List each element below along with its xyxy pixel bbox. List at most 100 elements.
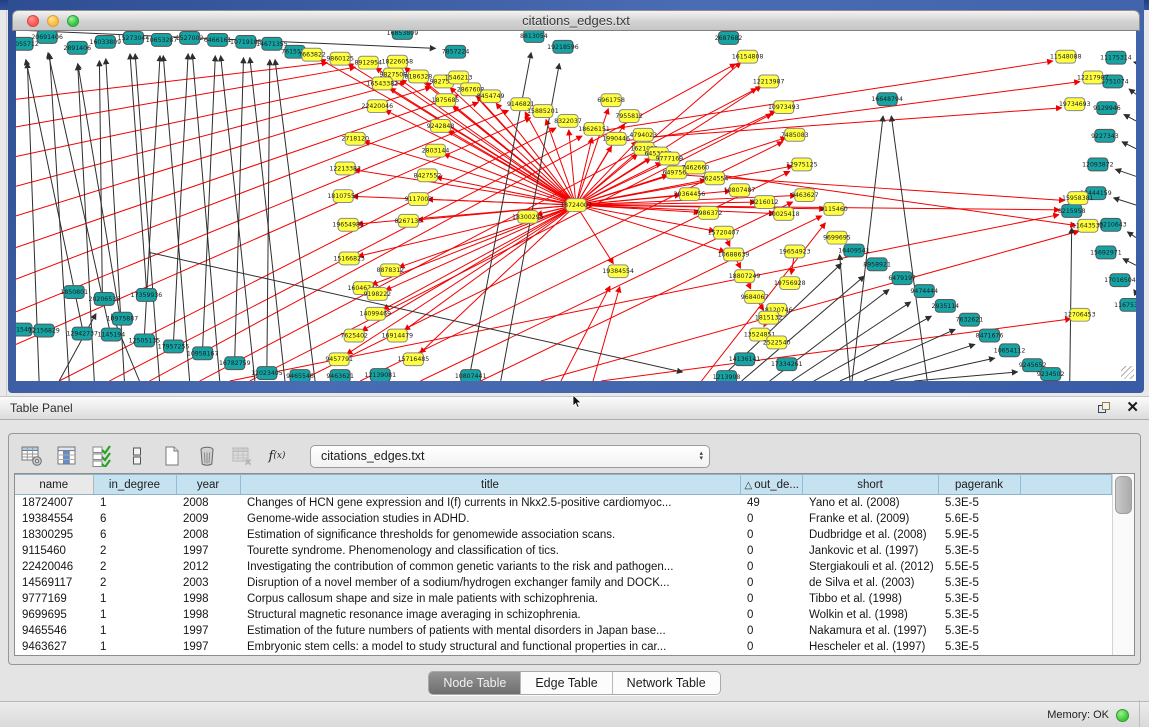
table-cell[interactable] (1020, 607, 1112, 623)
table-cell[interactable] (1020, 559, 1112, 575)
table-cell[interactable]: 0 (740, 511, 802, 527)
table-cell[interactable]: 1 (93, 639, 176, 655)
graph-node[interactable]: 19756928 (774, 277, 806, 290)
table-cell[interactable]: 0 (740, 559, 802, 575)
table-cell[interactable]: Wolkin et al. (1998) (802, 607, 938, 623)
table-cell[interactable]: Disruption of a novel member of a sodium… (240, 575, 740, 591)
table-cell[interactable]: 0 (740, 527, 802, 543)
column-header-title[interactable]: title (240, 475, 740, 495)
graph-node[interactable]: 10973493 (768, 101, 800, 114)
table-cell[interactable]: Estimation of significance thresholds fo… (240, 527, 740, 543)
graph-node[interactable]: 20364456 (674, 188, 706, 201)
table-cell[interactable]: 5.3E-5 (938, 543, 1020, 559)
new-column-icon[interactable] (160, 444, 184, 468)
graph-node[interactable]: 10653287 (146, 33, 178, 46)
column-header-name[interactable]: name (15, 475, 93, 495)
table-row[interactable]: 1872400712008Changes of HCN gene express… (15, 495, 1112, 511)
table-row[interactable]: 977716911998Corpus callosum shape and si… (15, 591, 1112, 607)
table-cell[interactable]: 5.9E-5 (938, 527, 1020, 543)
table-cell[interactable]: 1 (93, 623, 176, 639)
tab-edge-table[interactable]: Edge Table (521, 672, 612, 694)
tab-node-table[interactable]: Node Table (429, 672, 521, 694)
column-header-in-degree[interactable]: in_degree (93, 475, 176, 495)
graph-node[interactable]: 7663822 (298, 48, 326, 61)
table-row[interactable]: 946362711997Embryonic stem cells: a mode… (15, 639, 1112, 655)
table-cell[interactable]: 5.3E-5 (938, 495, 1020, 511)
graph-node[interactable]: 10688639 (718, 248, 750, 261)
graph-node[interactable]: 9198222 (363, 288, 391, 301)
graph-node[interactable]: 11675315 (1114, 298, 1136, 311)
table-cell[interactable]: 1997 (176, 543, 240, 559)
table-cell[interactable]: 18724007 (15, 495, 93, 511)
table-scrollbar[interactable] (1112, 474, 1134, 655)
window-resize-grip-icon[interactable] (1121, 366, 1134, 379)
graph-node[interactable]: 9242848 (427, 119, 455, 132)
column-chooser-icon[interactable] (125, 444, 149, 468)
table-cell[interactable]: 9777169 (15, 591, 93, 607)
table-cell[interactable]: 0 (740, 591, 802, 607)
table-row[interactable]: 1938455462009Genome-wide association stu… (15, 511, 1112, 527)
table-cell[interactable]: 2012 (176, 559, 240, 575)
graph-node[interactable]: 15273044 (118, 31, 150, 44)
table-cell[interactable]: 9465546 (15, 623, 93, 639)
graph-node[interactable]: 1990446 (602, 132, 630, 145)
graph-node[interactable]: 16409541 (838, 244, 870, 257)
table-cell[interactable]: 1997 (176, 639, 240, 655)
table-cell[interactable]: 0 (740, 607, 802, 623)
table-cell[interactable]: 9699695 (15, 607, 93, 623)
graph-node[interactable]: 22420046 (362, 100, 394, 113)
graph-node[interactable]: 2687682 (715, 31, 743, 44)
table-cell[interactable]: Embryonic stem cells: a model to study s… (240, 639, 740, 655)
table-cell[interactable]: Dudbridge et al. (2008) (802, 527, 938, 543)
graph-node[interactable]: 6479197 (888, 272, 916, 285)
graph-node[interactable]: 8912954 (354, 56, 382, 69)
table-cell[interactable]: de Silva et al. (2003) (802, 575, 938, 591)
graph-node[interactable]: 19384554 (602, 265, 634, 278)
graph-node[interactable]: 9465546 (286, 370, 314, 381)
graph-node[interactable]: 1850801 (60, 286, 88, 299)
select-columns-icon[interactable] (90, 444, 114, 468)
graph-node[interactable]: 10975887 (107, 312, 139, 325)
table-cell[interactable]: 6 (93, 511, 176, 527)
table-cell[interactable]: 22420046 (15, 559, 93, 575)
table-mode-icon[interactable] (20, 444, 44, 468)
float-panel-icon[interactable] (1098, 402, 1112, 415)
table-cell[interactable]: Changes of HCN gene expression and I(f) … (240, 495, 740, 511)
table-cell[interactable]: 5.6E-5 (938, 511, 1020, 527)
table-cell[interactable] (1020, 591, 1112, 607)
graph-node[interactable]: 12975125 (786, 158, 818, 171)
graph-node[interactable]: 1815132 (755, 311, 783, 324)
table-cell[interactable]: 1 (93, 495, 176, 511)
network-window-titlebar[interactable]: citations_edges.txt (12, 10, 1140, 31)
show-columns-icon[interactable] (55, 444, 79, 468)
column-header-year[interactable]: year (176, 475, 240, 495)
delete-column-icon[interactable] (195, 444, 219, 468)
graph-node[interactable]: 2718120 (341, 132, 369, 145)
table-cell[interactable]: 6 (93, 527, 176, 543)
table-row[interactable]: 911546021997Tourette syndrome. Phenomeno… (15, 543, 1112, 559)
column-header-pagerank[interactable]: pagerank (938, 475, 1020, 495)
table-row[interactable]: 1830029562008Estimation of significance … (15, 527, 1112, 543)
graph-node[interactable]: 8471676 (976, 329, 1004, 342)
table-cell[interactable]: 2009 (176, 511, 240, 527)
graph-node[interactable]: 9227343 (1091, 129, 1119, 142)
table-cell[interactable]: 0 (740, 543, 802, 559)
table-cell[interactable]: Estimation of the future numbers of pati… (240, 623, 740, 639)
graph-node[interactable]: 8267130 (395, 214, 423, 227)
table-cell[interactable]: 2 (93, 543, 176, 559)
graph-node[interactable]: 16782759 (219, 357, 251, 370)
table-cell[interactable]: 2003 (176, 575, 240, 591)
graph-node[interactable]: 8186328 (405, 70, 433, 83)
graph-node[interactable]: 8454749 (477, 90, 505, 103)
table-cell[interactable]: 2008 (176, 495, 240, 511)
graph-node[interactable]: 17359936 (131, 289, 163, 302)
table-selector-dropdown[interactable]: citations_edges.txt ▴▾ (310, 445, 710, 468)
graph-node[interactable]: 19218596 (547, 40, 579, 53)
graph-node[interactable]: 9463627 (791, 189, 819, 202)
table-cell[interactable]: 5.3E-5 (938, 623, 1020, 639)
delete-table-icon[interactable] (230, 444, 254, 468)
table-cell[interactable]: 18300295 (15, 527, 93, 543)
table-cell[interactable]: 1 (93, 607, 176, 623)
graph-node[interactable]: 7625402 (340, 329, 368, 342)
graph-node[interactable]: 8216012 (751, 196, 779, 209)
